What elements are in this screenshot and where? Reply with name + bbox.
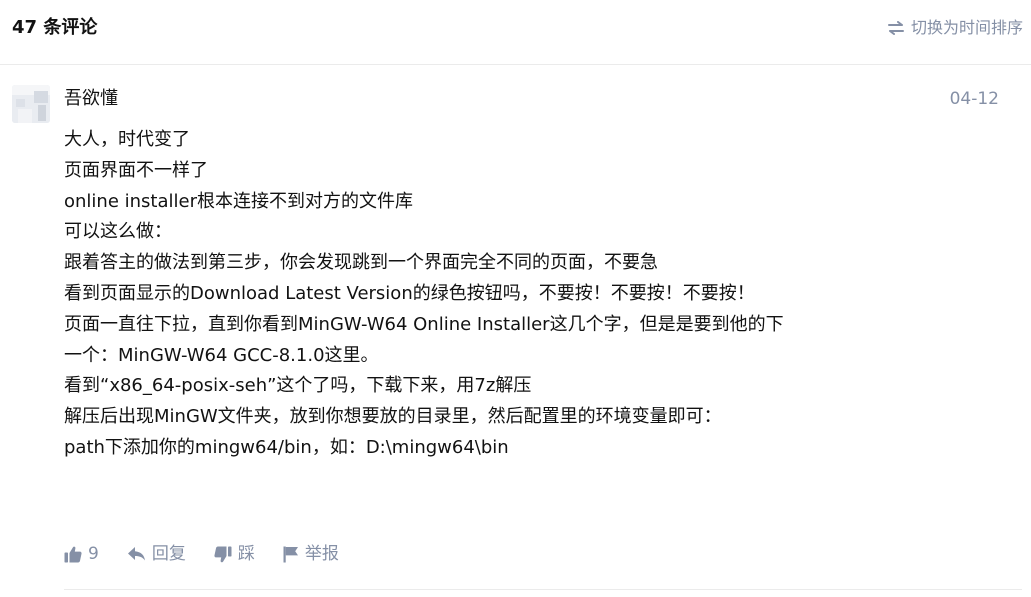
thumbs-down-icon [214,546,232,563]
comment-line: 看到页面显示的Download Latest Version的绿色按钮吗，不要按… [64,282,755,304]
sort-toggle-button[interactable]: 切换为时间排序 [887,17,1023,39]
comment-author[interactable]: 吾欲懂 [64,85,118,113]
comment-actions: 9 回复 踩 举报 [64,541,367,567]
comment-date: 04-12 [949,89,999,109]
comment-line: 页面界面不一样了 [64,159,208,181]
swap-icon [887,21,905,35]
comment-line: 跟着答主的做法到第三步，你会发现跳到一个界面完全不同的页面，不要急 [64,252,658,274]
like-count: 9 [88,544,99,564]
comment-line: online installer根本连接不到对方的文件库 [64,190,413,212]
divider [64,589,1022,590]
comment-line: 看到“x86_64-posix-seh”这个了吗，下载下来，用7z解压 [64,375,532,397]
comment-line: 可以这么做： [64,221,172,243]
reply-label: 回复 [151,544,186,564]
thumbs-up-icon [64,546,82,563]
reply-arrow-icon [127,546,146,562]
comment-line: 页面一直往下拉，直到你看到MinGW-W64 Online Installer这… [64,313,784,335]
dislike-label: 踩 [237,544,255,564]
comment-content: 大人，时代变了 页面界面不一样了 online installer根本连接不到对… [64,125,1014,464]
avatar[interactable] [12,85,50,123]
comments-header: 47 条评论 切换为时间排序 [0,0,1031,65]
comment-line: 解压后出现MinGW文件夹，放到你想要放的目录里，然后配置里的环境变量即可： [64,406,722,428]
report-button[interactable]: 举报 [283,541,339,567]
report-label: 举报 [304,544,339,564]
sort-toggle-label: 切换为时间排序 [910,18,1023,37]
comment-line: 大人，时代变了 [64,129,190,150]
dislike-button[interactable]: 踩 [214,541,255,567]
comment-count-title: 47 条评论 [12,17,98,38]
like-button[interactable]: 9 [64,541,99,567]
comment-line: 一个：MinGW-W64 GCC-8.1.0这里。 [64,344,379,366]
flag-icon [283,546,299,563]
reply-button[interactable]: 回复 [127,541,186,567]
comment-line: path下添加你的mingw64/bin，如：D:\mingw64\bin [64,436,509,458]
